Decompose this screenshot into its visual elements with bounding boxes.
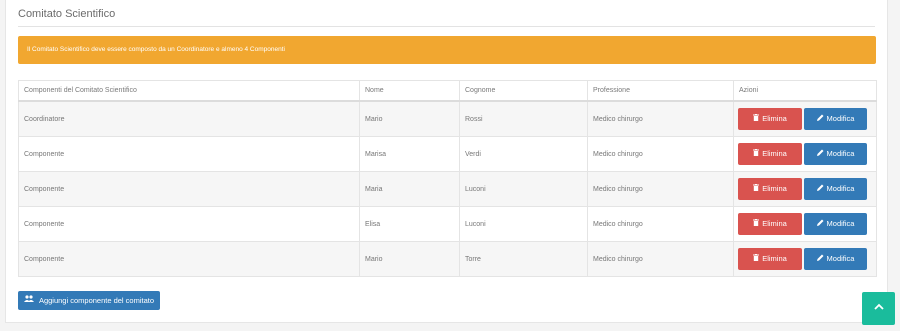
cell-professione: Medico chirurgo <box>587 171 734 207</box>
edit-label: Modifica <box>826 184 855 193</box>
table-row: Coordinatore Mario Rossi Medico chirurgo Eli… <box>18 100 877 137</box>
edit-button[interactable]: Modifica <box>804 143 867 165</box>
delete-button[interactable]: Elimina <box>738 178 802 200</box>
header-nome: Nome <box>359 80 460 102</box>
edit-label: Modifica <box>826 114 855 123</box>
users-icon <box>24 295 36 305</box>
cell-role: Componente <box>18 241 360 277</box>
cell-nome: Elisa <box>359 206 460 242</box>
cell-cognome: Verdi <box>459 136 588 172</box>
delete-label: Elimina <box>762 149 787 158</box>
header-componenti: Componenti del Comitato Scientifico <box>18 80 360 102</box>
edit-label: Modifica <box>826 254 855 263</box>
cell-cognome: Luconi <box>459 206 588 242</box>
table-row: Componente Mario Torre Medico chirurgo Elimi… <box>18 241 877 277</box>
comitato-panel: Comitato Scientifico Il Comitato Scienti… <box>5 0 888 323</box>
title-divider <box>18 26 875 27</box>
cell-nome: Maria <box>359 171 460 207</box>
delete-button[interactable]: Elimina <box>738 108 802 130</box>
cell-cognome: Luconi <box>459 171 588 207</box>
delete-button[interactable]: Elimina <box>738 248 802 270</box>
table-row: Componente Maria Luconi Medico chirurgo Elim… <box>18 171 877 207</box>
delete-button[interactable]: Elimina <box>738 213 802 235</box>
cell-actions: Elimina Modifica <box>733 100 877 137</box>
pencil-icon <box>816 249 824 271</box>
comitato-table: Componenti del Comitato Scientifico Nome… <box>18 80 877 277</box>
header-professione: Professione <box>587 80 734 102</box>
edit-button[interactable]: Modifica <box>804 108 867 130</box>
add-member-label: Aggiungi componente del comitato <box>38 296 155 305</box>
cell-professione: Medico chirurgo <box>587 241 734 277</box>
pencil-icon <box>816 179 824 201</box>
cell-nome: Mario <box>359 241 460 277</box>
cell-professione: Medico chirurgo <box>587 100 734 137</box>
cell-role: Coordinatore <box>18 100 360 137</box>
cell-actions: Elimina Modifica <box>733 171 877 207</box>
edit-button[interactable]: Modifica <box>804 213 867 235</box>
delete-label: Elimina <box>762 114 787 123</box>
cell-actions: Elimina Modifica <box>733 206 877 242</box>
cell-actions: Elimina Modifica <box>733 136 877 172</box>
cell-professione: Medico chirurgo <box>587 206 734 242</box>
edit-button[interactable]: Modifica <box>804 248 867 270</box>
delete-label: Elimina <box>762 254 787 263</box>
warning-alert: Il Comitato Scientifico deve essere comp… <box>18 36 876 64</box>
cell-actions: Elimina Modifica <box>733 241 877 277</box>
pencil-icon <box>816 144 824 166</box>
panel-title: Comitato Scientifico <box>18 8 116 20</box>
trash-icon <box>753 214 760 236</box>
trash-icon <box>753 179 760 201</box>
scroll-to-top-button[interactable] <box>862 292 895 325</box>
header-cognome: Cognome <box>459 80 588 102</box>
delete-label: Elimina <box>762 184 787 193</box>
table-row: Componente Elisa Luconi Medico chirurgo Elim… <box>18 206 877 242</box>
edit-button[interactable]: Modifica <box>804 178 867 200</box>
add-member-button[interactable]: Aggiungi componente del comitato <box>18 291 161 310</box>
cell-cognome: Rossi <box>459 100 588 137</box>
cell-nome: Marisa <box>359 136 460 172</box>
trash-icon <box>753 144 760 166</box>
header-azioni: Azioni <box>733 80 877 102</box>
cell-nome: Mario <box>359 100 460 137</box>
cell-role: Componente <box>18 136 360 172</box>
chevron-up-icon <box>873 303 884 312</box>
trash-icon <box>753 109 760 131</box>
delete-label: Elimina <box>762 219 787 228</box>
cell-role: Componente <box>18 171 360 207</box>
table-header-row: Componenti del Comitato Scientifico Nome… <box>18 80 877 102</box>
cell-professione: Medico chirurgo <box>587 136 734 172</box>
pencil-icon <box>816 109 824 131</box>
cell-role: Componente <box>18 206 360 242</box>
edit-label: Modifica <box>826 219 855 228</box>
delete-button[interactable]: Elimina <box>738 143 802 165</box>
pencil-icon <box>816 214 824 236</box>
cell-cognome: Torre <box>459 241 588 277</box>
table-row: Componente Marisa Verdi Medico chirurgo Elim… <box>18 136 877 172</box>
edit-label: Modifica <box>826 149 855 158</box>
trash-icon <box>753 249 760 271</box>
